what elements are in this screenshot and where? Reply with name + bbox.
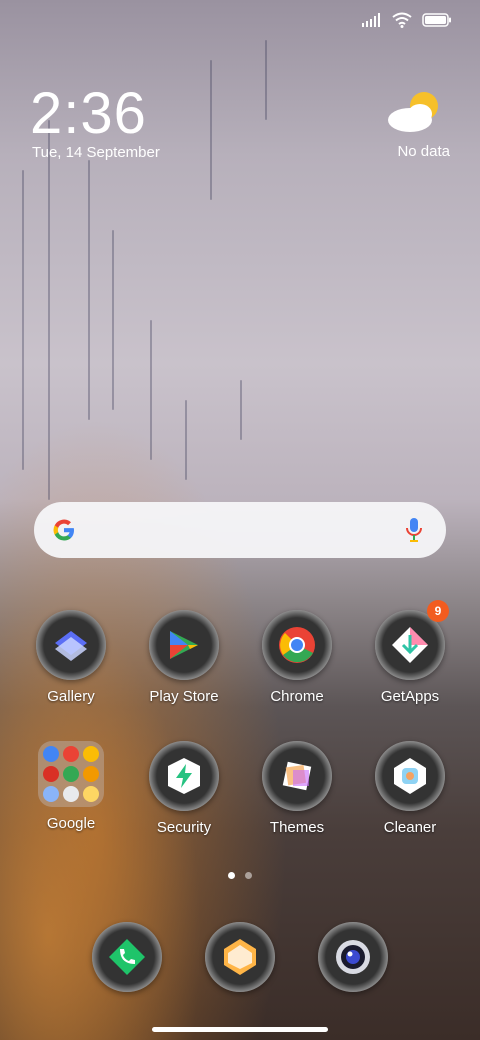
app-label: GetApps	[380, 688, 440, 705]
app-label: Play Store	[149, 688, 219, 705]
weather-status: No data	[397, 143, 450, 160]
dock-phone[interactable]	[72, 922, 182, 992]
cleaner-icon	[375, 741, 445, 811]
duo-mini-icon	[43, 786, 59, 802]
page-indicator[interactable]	[0, 872, 480, 879]
app-label: Chrome	[270, 688, 324, 705]
notification-badge: 9	[427, 600, 449, 622]
app-label: Google	[46, 815, 96, 832]
youtube-mini-icon	[43, 766, 59, 782]
folder-icon	[38, 741, 104, 807]
app-label: Gallery	[47, 688, 95, 705]
app-chrome[interactable]: Chrome	[242, 610, 352, 705]
app-getapps[interactable]: 9 GetApps	[355, 600, 465, 705]
weather-widget[interactable]	[380, 88, 450, 143]
clock-time[interactable]: 2:36	[30, 80, 147, 147]
wifi-icon	[392, 12, 412, 28]
maps-mini-icon	[63, 746, 79, 762]
clock-date[interactable]: Tue, 14 September	[32, 144, 160, 161]
app-gallery[interactable]: Gallery	[16, 610, 126, 705]
mic-icon[interactable]	[404, 516, 424, 544]
signal-icon	[362, 13, 380, 27]
app-themes[interactable]: Themes	[242, 741, 352, 836]
gmail-mini-icon	[63, 786, 79, 802]
battery-icon	[422, 13, 451, 27]
app-security[interactable]: Security	[129, 741, 239, 836]
app-label: Themes	[269, 819, 325, 836]
assistant-mini-icon	[83, 786, 99, 802]
meet-mini-icon	[63, 766, 79, 782]
dock-messages[interactable]	[185, 922, 295, 992]
google-search-bar[interactable]	[34, 502, 446, 558]
camera-icon	[318, 922, 388, 992]
photos-mini-icon	[83, 766, 99, 782]
google-mini-icon	[43, 746, 59, 762]
gallery-icon	[36, 610, 106, 680]
play-store-icon	[149, 610, 219, 680]
chrome-icon	[262, 610, 332, 680]
dock-camera[interactable]	[298, 922, 408, 992]
drive-mini-icon	[83, 746, 99, 762]
page-dot[interactable]	[245, 872, 252, 879]
folder-google[interactable]: Google	[16, 741, 126, 832]
app-cleaner[interactable]: Cleaner	[355, 741, 465, 836]
app-label: Security	[156, 819, 212, 836]
app-play-store[interactable]: Play Store	[129, 610, 239, 705]
security-icon	[149, 741, 219, 811]
messages-icon	[205, 922, 275, 992]
status-bar	[362, 12, 452, 28]
partly-cloudy-icon	[388, 92, 438, 132]
phone-icon	[92, 922, 162, 992]
page-dot-active[interactable]	[228, 872, 235, 879]
themes-icon	[262, 741, 332, 811]
google-g-icon	[53, 519, 74, 541]
home-gesture-bar[interactable]	[152, 1027, 328, 1032]
app-label: Cleaner	[383, 819, 437, 836]
